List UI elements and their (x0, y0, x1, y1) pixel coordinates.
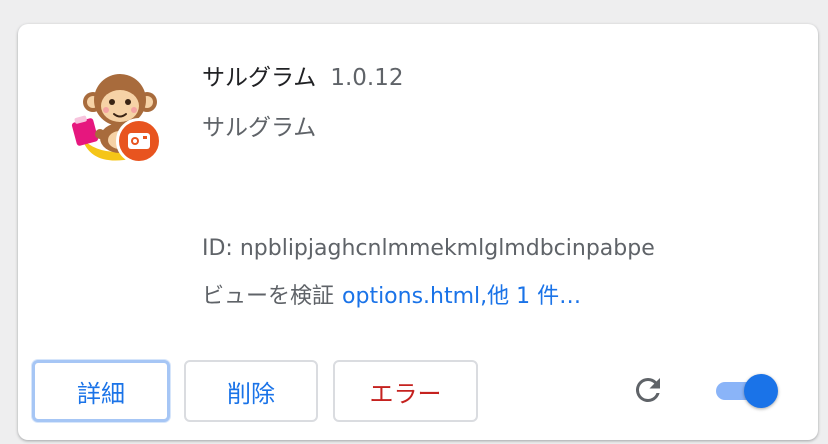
record-badge-icon (116, 118, 162, 164)
inspect-views-row: ビューを検証 options.html,他 1 件… (202, 278, 581, 310)
extension-title-row: サルグラム 1.0.12 (202, 58, 403, 92)
reload-icon[interactable] (630, 372, 666, 408)
inspect-views-label: ビューを検証 (202, 284, 335, 309)
remove-button[interactable]: 削除 (184, 360, 318, 422)
details-button[interactable]: 詳細 (32, 360, 170, 422)
errors-button[interactable]: エラー (333, 360, 478, 422)
inspect-views-link[interactable]: options.html,他 1 件… (342, 284, 581, 309)
extension-id: ID: npblipjaghcnlmmekmlglmdbcinpabpe (202, 236, 655, 261)
extension-version: 1.0.12 (330, 65, 404, 91)
extension-description: サルグラム (202, 115, 317, 141)
toggle-knob (744, 374, 778, 408)
extension-card: サルグラム 1.0.12 サルグラム ID: npblipjaghcnlmmekm… (18, 24, 818, 440)
extension-name: サルグラム (202, 65, 317, 91)
enable-toggle[interactable] (716, 374, 778, 408)
